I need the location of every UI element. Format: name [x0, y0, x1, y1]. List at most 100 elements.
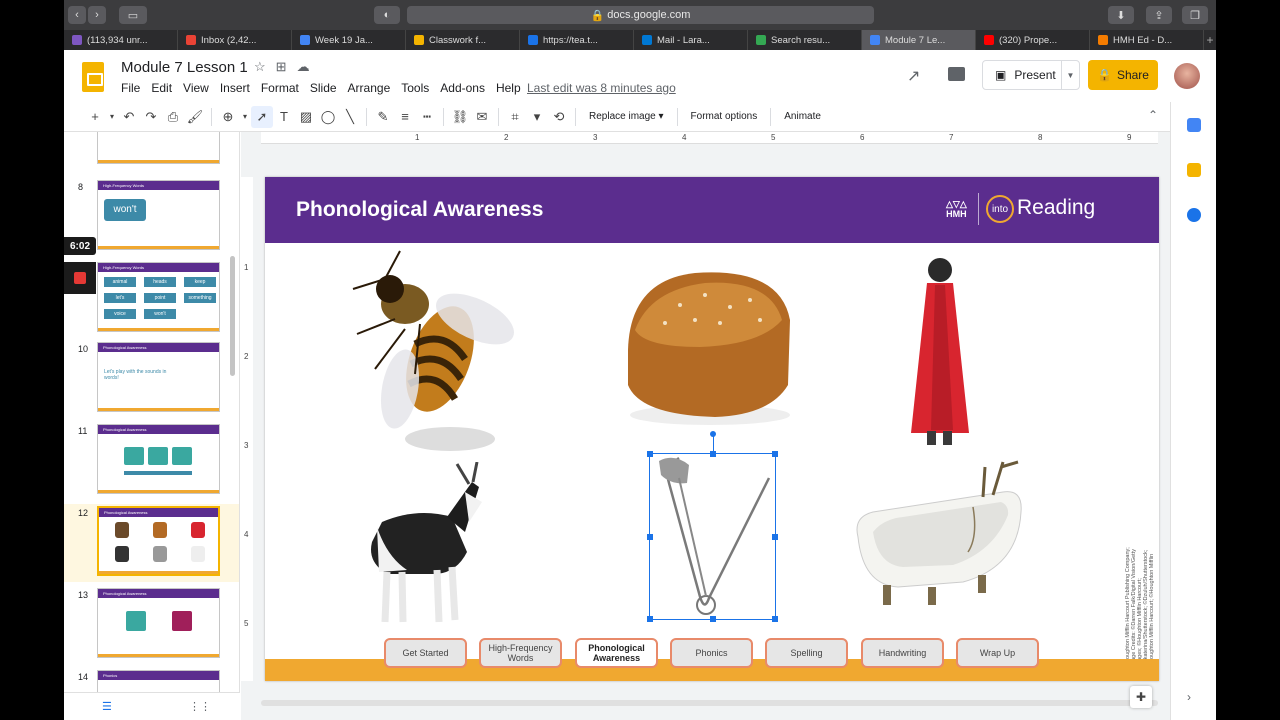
mask-image-icon[interactable]: ▾ [526, 106, 548, 128]
expand-panel-icon[interactable]: › [1187, 690, 1191, 704]
slide-nav-button[interactable]: Wrap Up [956, 638, 1039, 668]
calendar-icon[interactable] [1187, 118, 1201, 132]
select-cursor-icon[interactable]: ➚ [251, 105, 273, 128]
add-comment-icon[interactable]: ✉ [471, 106, 493, 128]
slide-title[interactable]: Phonological Awareness [296, 198, 543, 222]
document-title[interactable]: Module 7 Lesson 1 [121, 59, 248, 76]
browser-tab[interactable]: Search resu... [748, 30, 862, 50]
grid-view-icon[interactable]: ⋮⋮ [189, 700, 211, 713]
line-icon[interactable]: ╲ [339, 106, 361, 128]
filmstrip-slide[interactable]: 13 Phonological Awareness [64, 586, 239, 664]
crop-icon[interactable]: ⌗ [504, 106, 526, 128]
filmstrip-scrollbar[interactable] [230, 256, 235, 376]
slide-nav-button[interactable]: Get Started [384, 638, 467, 668]
menu-file[interactable]: File [121, 81, 140, 95]
filmstrip-slide[interactable]: 12 Phonological Awareness [64, 504, 239, 582]
menu-addons[interactable]: Add-ons [440, 81, 485, 95]
browser-tab[interactable]: Mail - Lara... [634, 30, 748, 50]
browser-tab[interactable]: Module 7 Le... [862, 30, 976, 50]
activity-dashboard-icon[interactable]: ↗ [907, 66, 920, 86]
replace-image-button[interactable]: Replace image ▾ [581, 111, 672, 122]
move-folder-icon[interactable]: ⊞ [276, 59, 287, 75]
zoom-icon[interactable]: ⊕ [217, 106, 239, 128]
browser-tab[interactable]: Classwork f... [406, 30, 520, 50]
browser-tab[interactable]: https://tea.t... [520, 30, 634, 50]
tabs-overview-icon[interactable]: ❐ [1182, 6, 1208, 24]
filmstrip-slide[interactable]: 10 Phonological Awareness Let's play with … [64, 340, 239, 418]
slides-logo-icon[interactable] [82, 62, 104, 92]
slide-nav-button[interactable]: Phonics [670, 638, 753, 668]
image-selection-box[interactable] [647, 431, 778, 622]
slide-nav-button[interactable]: Phonological Awareness [575, 638, 658, 668]
text-box-icon[interactable]: T [273, 106, 295, 128]
filmstrip-slide[interactable]: 14 PhonicsLong a sound [64, 668, 239, 692]
back-icon[interactable]: ‹ [68, 6, 86, 24]
menu-arrange[interactable]: Arrange [348, 81, 391, 95]
new-slide-dropdown-icon[interactable]: ▾ [106, 106, 118, 128]
collapse-toolbar-icon[interactable]: ⌃ [1148, 108, 1158, 122]
explore-icon[interactable]: ✚ [1130, 686, 1152, 708]
slide-nav-button[interactable]: Handwriting [861, 638, 944, 668]
bathtub-image[interactable] [853, 457, 1028, 617]
tasks-icon[interactable] [1187, 208, 1201, 222]
shield-icon[interactable]: ◐ [374, 6, 400, 24]
print-icon[interactable]: ⎙ [162, 106, 184, 128]
menu-edit[interactable]: Edit [151, 81, 172, 95]
filmstrip-slide[interactable]: 11 Phonological Awareness [64, 422, 239, 500]
forward-icon[interactable]: › [88, 6, 106, 24]
stop-recording-button[interactable] [64, 262, 96, 294]
browser-tab[interactable]: Week 19 Ja... [292, 30, 406, 50]
goat-image[interactable] [357, 462, 487, 632]
paint-format-icon[interactable]: 🖌 [184, 106, 206, 128]
menu-format[interactable]: Format [261, 81, 299, 95]
thumbnail-word-card: let's [104, 293, 136, 303]
share-button[interactable]: 🔒 Share [1088, 60, 1158, 90]
star-icon[interactable]: ☆ [254, 59, 266, 75]
filmstrip-view-icon[interactable]: ☰ [102, 700, 112, 713]
share-sheet-icon[interactable]: ⇪ [1146, 6, 1172, 24]
browser-tab[interactable]: (113,934 unr... [64, 30, 178, 50]
border-dash-icon[interactable]: ┅ [416, 106, 438, 128]
link-icon[interactable]: ⛓ [449, 106, 471, 128]
thumbnail-text: Let's play with the sounds in words! [104, 369, 167, 381]
slide-nav-button[interactable]: Spelling [765, 638, 848, 668]
slide-nav-button[interactable]: High-Frequency Words [479, 638, 562, 668]
border-color-icon[interactable]: ✎ [372, 106, 394, 128]
last-edit-link[interactable]: Last edit was 8 minutes ago [527, 81, 676, 95]
browser-tab[interactable]: Inbox (2,42... [178, 30, 292, 50]
browser-tab[interactable]: (320) Prope... [976, 30, 1090, 50]
comment-history-icon[interactable] [948, 67, 965, 81]
keep-icon[interactable] [1187, 163, 1201, 177]
border-weight-icon[interactable]: ≡ [394, 106, 416, 128]
reset-image-icon[interactable]: ⟲ [548, 106, 570, 128]
image-icon[interactable]: ▨ [295, 106, 317, 128]
menu-view[interactable]: View [183, 81, 209, 95]
bee-image[interactable] [345, 249, 520, 459]
address-bar[interactable]: 🔒 docs.google.com [407, 6, 874, 24]
menu-help[interactable]: Help [496, 81, 521, 95]
sidebar-toggle-icon[interactable]: ▭ [119, 6, 147, 24]
zoom-dropdown-icon[interactable]: ▾ [239, 106, 251, 128]
thumbnail-picture [115, 546, 129, 562]
cape-image[interactable] [905, 255, 975, 450]
cloud-status-icon[interactable]: ☁ [297, 59, 310, 75]
menu-tools[interactable]: Tools [401, 81, 429, 95]
present-button[interactable]: ▣ Present ▼ [982, 60, 1080, 90]
bread-image[interactable] [620, 265, 800, 430]
menu-slide[interactable]: Slide [310, 81, 337, 95]
current-slide[interactable]: Phonological Awareness △▽△ HMH into Readi… [265, 177, 1159, 681]
download-icon[interactable]: ⬇ [1108, 6, 1134, 24]
canvas-scrollbar[interactable] [261, 700, 1158, 706]
filmstrip-slide[interactable]: Write and check the word. [64, 132, 239, 170]
present-dropdown-icon[interactable]: ▼ [1061, 61, 1079, 89]
shape-icon[interactable]: ◯ [317, 106, 339, 128]
menu-insert[interactable]: Insert [220, 81, 250, 95]
new-tab-button[interactable]: + [1204, 30, 1216, 50]
animate-button[interactable]: Animate [776, 111, 829, 122]
avatar[interactable] [1174, 63, 1200, 89]
undo-icon[interactable]: ↶ [118, 106, 140, 128]
redo-icon[interactable]: ↷ [140, 106, 162, 128]
browser-tab[interactable]: HMH Ed - D... [1090, 30, 1204, 50]
new-slide-icon[interactable]: + [84, 106, 106, 128]
format-options-button[interactable]: Format options [683, 111, 766, 122]
